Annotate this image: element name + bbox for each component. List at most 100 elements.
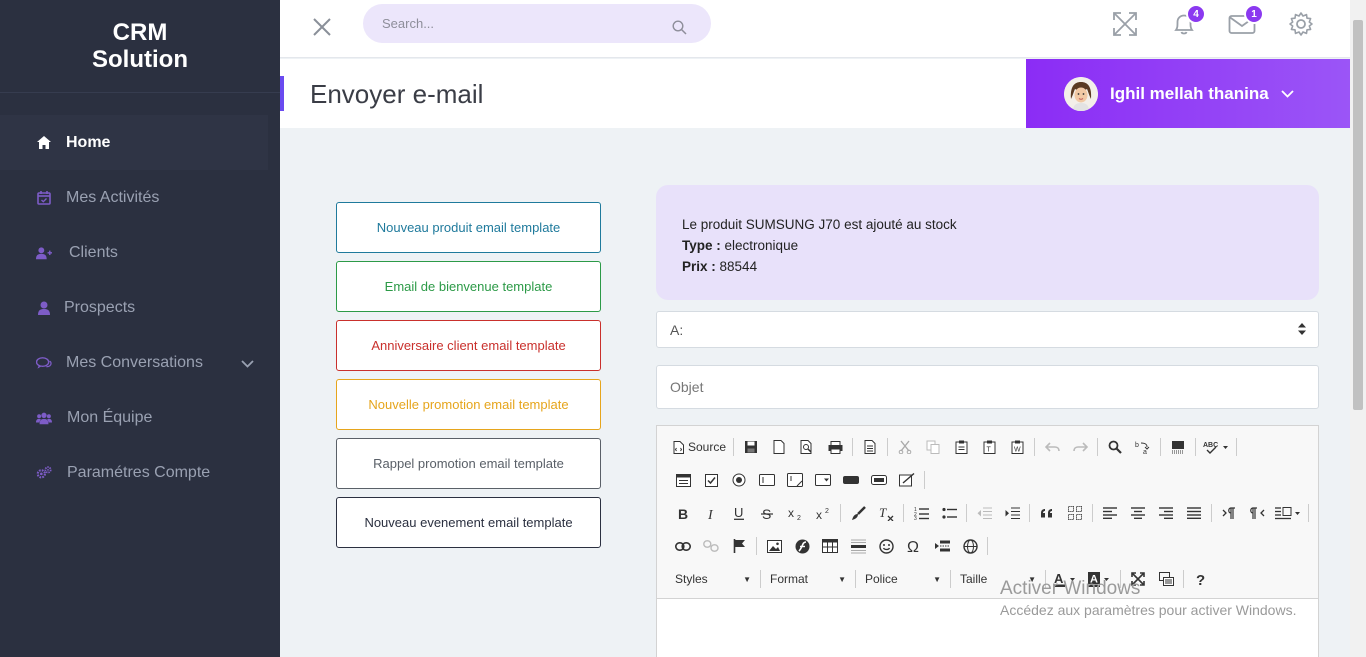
template-nouvelle-promotion-button[interactable]: Nouvelle promotion email template: [336, 379, 601, 430]
textfield-icon[interactable]: [753, 468, 781, 492]
radio-icon[interactable]: [725, 468, 753, 492]
page-break-icon[interactable]: [928, 534, 956, 558]
image-button-icon[interactable]: [865, 468, 893, 492]
svg-text:T: T: [986, 447, 991, 454]
font-dropdown[interactable]: Police ▼: [859, 568, 947, 590]
text-direction-ltr-icon[interactable]: [1215, 501, 1243, 525]
toolbar-separator: [1034, 438, 1036, 456]
form-icon[interactable]: [669, 468, 697, 492]
strike-icon[interactable]: S: [753, 501, 781, 525]
unlink-icon[interactable]: [697, 534, 725, 558]
gear-icon[interactable]: [1286, 9, 1316, 39]
numbered-list-icon[interactable]: 123: [907, 501, 935, 525]
user-name: Ighil mellah thanina: [1110, 83, 1269, 103]
find-icon[interactable]: [1101, 435, 1129, 459]
justify-icon[interactable]: [1180, 501, 1208, 525]
subscript-icon[interactable]: x2: [781, 501, 809, 525]
special-char-icon[interactable]: Ω: [900, 534, 928, 558]
sidebar-item-clients[interactable]: Clients: [0, 225, 280, 280]
chevron-down-icon[interactable]: [241, 355, 254, 373]
fullscreen-icon[interactable]: [1110, 9, 1140, 39]
div-container-icon[interactable]: [1061, 501, 1089, 525]
underline-icon[interactable]: U: [725, 501, 753, 525]
image-icon[interactable]: [760, 534, 788, 558]
mail-icon[interactable]: 1: [1227, 4, 1264, 39]
remove-format-icon[interactable]: T: [872, 501, 900, 525]
template-bienvenue-button[interactable]: Email de bienvenue template: [336, 261, 601, 312]
language-icon[interactable]: [1271, 501, 1305, 525]
indent-icon[interactable]: [998, 501, 1026, 525]
text-direction-rtl-icon[interactable]: [1243, 501, 1271, 525]
bold-icon[interactable]: B: [669, 501, 697, 525]
sidebar-item-home[interactable]: Home: [0, 115, 268, 170]
page-header: Envoyer e-mail Ighil mellah thanina: [280, 59, 1350, 128]
table-icon[interactable]: [816, 534, 844, 558]
italic-icon[interactable]: I: [697, 501, 725, 525]
redo-icon[interactable]: [1066, 435, 1094, 459]
home-icon: [36, 135, 52, 151]
anchor-flag-icon[interactable]: [725, 534, 753, 558]
align-right-icon[interactable]: [1152, 501, 1180, 525]
template-anniversaire-button[interactable]: Anniversaire client email template: [336, 320, 601, 371]
checkbox-icon[interactable]: [697, 468, 725, 492]
recipient-select[interactable]: A:: [656, 311, 1319, 348]
page-scrollbar[interactable]: [1350, 0, 1366, 657]
paste-text-icon[interactable]: T: [975, 435, 1003, 459]
flash-icon[interactable]: [788, 534, 816, 558]
close-icon[interactable]: [310, 15, 334, 39]
toolbar-separator: [756, 537, 757, 555]
bell-icon[interactable]: 4: [1169, 4, 1206, 39]
cut-icon[interactable]: [891, 435, 919, 459]
spellcheck-icon[interactable]: ABC: [1199, 435, 1233, 459]
avatar: [1064, 76, 1098, 111]
new-page-icon[interactable]: [765, 435, 793, 459]
paste-word-icon[interactable]: W: [1003, 435, 1031, 459]
format-dropdown[interactable]: Format ▼: [764, 568, 852, 590]
templates-icon[interactable]: [856, 435, 884, 459]
superscript-icon[interactable]: x2: [809, 501, 837, 525]
sidebar-item-label: Mes Activités: [66, 188, 160, 206]
search-input[interactable]: [363, 4, 711, 43]
sidebar-item-conversations[interactable]: Mes Conversations: [0, 335, 280, 390]
sidebar-item-prospects[interactable]: Prospects: [0, 280, 280, 335]
copy-icon[interactable]: [919, 435, 947, 459]
select-all-icon[interactable]: [1164, 435, 1192, 459]
save-icon[interactable]: [737, 435, 765, 459]
link-icon[interactable]: [669, 534, 697, 558]
source-button[interactable]: Source: [669, 435, 730, 459]
replace-icon[interactable]: ba: [1129, 435, 1157, 459]
template-evenement-button[interactable]: Nouveau evenement email template: [336, 497, 601, 548]
subject-field[interactable]: Objet: [656, 365, 1319, 409]
brand-logo[interactable]: CRM Solution: [0, 0, 280, 93]
search-icon[interactable]: [672, 20, 687, 40]
select-field-icon[interactable]: [809, 468, 837, 492]
paste-icon[interactable]: [947, 435, 975, 459]
button-field-icon[interactable]: [837, 468, 865, 492]
user-menu[interactable]: Ighil mellah thanina: [1026, 59, 1350, 128]
undo-icon[interactable]: [1038, 435, 1066, 459]
styles-dropdown[interactable]: Styles ▼: [669, 568, 757, 590]
print-icon[interactable]: [821, 435, 849, 459]
smiley-icon[interactable]: [872, 534, 900, 558]
align-center-icon[interactable]: [1124, 501, 1152, 525]
copy-format-icon[interactable]: [844, 501, 872, 525]
outdent-icon[interactable]: [970, 501, 998, 525]
preview-type-label: Type :: [682, 238, 721, 253]
dropdown-arrow-icon: ▼: [933, 574, 941, 584]
template-nouveau-produit-button[interactable]: Nouveau produit email template: [336, 202, 601, 253]
svg-text:x: x: [788, 507, 794, 520]
template-rappel-promotion-button[interactable]: Rappel promotion email template: [336, 438, 601, 489]
bulleted-list-icon[interactable]: [935, 501, 963, 525]
sidebar-item-equipe[interactable]: Mon Équipe: [0, 390, 280, 445]
sidebar-item-activites[interactable]: Mes Activités: [0, 170, 280, 225]
align-left-icon[interactable]: [1096, 501, 1124, 525]
sidebar-item-parametres[interactable]: Paramétres Compte: [0, 445, 280, 500]
iframe-icon[interactable]: [956, 534, 984, 558]
scrollbar-thumb[interactable]: [1353, 20, 1363, 410]
blockquote-icon[interactable]: [1033, 501, 1061, 525]
preview-price: Prix : 88544: [682, 256, 1293, 277]
horizontal-rule-icon[interactable]: [844, 534, 872, 558]
preview-icon[interactable]: [793, 435, 821, 459]
hidden-field-icon[interactable]: [893, 468, 921, 492]
textarea-icon[interactable]: [781, 468, 809, 492]
